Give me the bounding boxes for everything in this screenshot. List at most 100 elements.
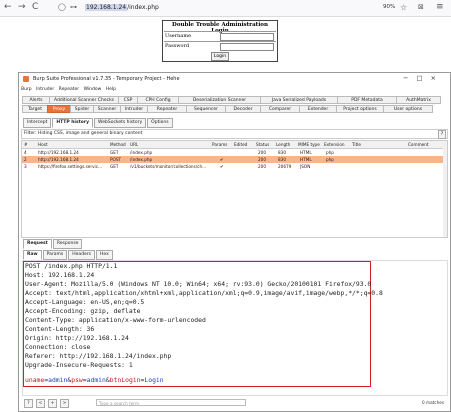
tab-decoder[interactable]: Decoder — [225, 105, 261, 113]
tab-java-serialized-payloads[interactable]: Java Serialized Payloads — [260, 96, 338, 104]
header-accept-language: Accept-Language: en-US,en;q=0.5 — [25, 298, 145, 306]
header-host: Host: 192.168.1.24 — [25, 271, 95, 279]
tab-hex[interactable]: Hex — [96, 250, 113, 260]
password-row: Password — [164, 41, 276, 51]
back-icon[interactable]: ← — [4, 2, 12, 13]
login-button[interactable]: Login — [211, 52, 229, 61]
tab-pdf-metadata[interactable]: PDF Metadata — [337, 96, 397, 104]
col-status[interactable]: Status — [256, 141, 269, 148]
tab-project-options[interactable]: Project options — [336, 105, 384, 113]
table-row[interactable]: 3 https://firefox.settings.servic... GET… — [22, 163, 447, 170]
window-controls: −□× — [403, 74, 444, 82]
zoom-level[interactable]: 90% — [383, 4, 395, 10]
tab-response[interactable]: Response — [52, 239, 83, 249]
col-comment[interactable]: Comment — [408, 141, 429, 148]
burp-logo-icon — [23, 76, 29, 82]
request-editor[interactable]: POST /index.php HTTP/1.1 Host: 192.168.1… — [22, 260, 448, 396]
col-method[interactable]: Method — [110, 141, 126, 148]
col-length[interactable]: Length — [276, 141, 290, 148]
col-number[interactable]: # — [24, 141, 28, 148]
header-user-agent: User-Agent: Mozilla/5.0 (Windows NT 10.0… — [25, 280, 372, 288]
tab-comparer[interactable]: Comparer — [260, 105, 300, 113]
tab-http-history[interactable]: HTTP history — [52, 118, 94, 128]
row-params: ✔ — [220, 164, 224, 169]
col-title[interactable]: Title — [352, 141, 361, 148]
row-url: /index.php — [130, 157, 153, 162]
previous-button[interactable]: < — [36, 399, 45, 408]
tab-params[interactable]: Params — [42, 250, 68, 260]
extensions-icon[interactable]: ⊠ — [418, 2, 424, 13]
table-row[interactable]: 4 http://192.168.1.24 GET /index.php 200… — [22, 149, 447, 156]
tab-repeater[interactable]: Repeater — [147, 105, 187, 113]
tab-options[interactable]: Options — [147, 118, 173, 128]
username-label: Username — [165, 33, 192, 39]
tab-proxy[interactable]: Proxy — [47, 105, 71, 113]
shield-icon[interactable]: ◯ — [58, 2, 66, 13]
menu-bar: Burp Intruder Repeater Window Help — [21, 87, 119, 92]
col-host[interactable]: Host — [38, 141, 48, 148]
param-value: admin — [86, 376, 106, 384]
menu-burp[interactable]: Burp — [21, 87, 32, 92]
filter-text: Filter: Hiding CSS, image and general bi… — [24, 131, 143, 136]
star-icon[interactable]: ☆ — [400, 2, 407, 13]
tab-extender[interactable]: Extender — [299, 105, 337, 113]
password-input[interactable] — [220, 43, 274, 51]
extension-tabs: Alerts Additional Scanner Checks CSP CPH… — [22, 96, 441, 104]
add-button[interactable]: + — [48, 399, 57, 408]
tab-websockets-history[interactable]: WebSockets history — [94, 118, 147, 128]
tab-headers[interactable]: Headers — [68, 250, 96, 260]
col-extension[interactable]: Extension — [324, 141, 345, 148]
tab-alerts[interactable]: Alerts — [22, 96, 50, 104]
tab-scanner[interactable]: Scanner — [93, 105, 121, 113]
tab-csp[interactable]: CSP — [118, 96, 138, 104]
menu-icon[interactable]: ≡ — [436, 2, 444, 13]
header-content-length: Content-Length: 36 — [25, 325, 95, 333]
tab-request[interactable]: Request — [23, 239, 52, 249]
url-bar[interactable]: 192.168.1.24/index.php — [85, 3, 159, 12]
table-row-selected[interactable]: 2 http://192.168.1.24 POST /index.php ✔ … — [22, 156, 447, 163]
tab-user-options[interactable]: User options — [383, 105, 433, 113]
menu-intruder[interactable]: Intruder — [36, 87, 54, 92]
close-icon[interactable]: × — [431, 74, 444, 82]
tab-target[interactable]: Target — [22, 105, 48, 113]
filter-bar[interactable]: Filter: Hiding CSS, image and general bi… — [21, 129, 448, 139]
lock-icon[interactable]: ⊶ — [70, 2, 77, 13]
menu-window[interactable]: Window — [84, 87, 102, 92]
tab-authmatrix[interactable]: AuthMatrix — [396, 96, 441, 104]
header-connection: Connection: close — [25, 343, 91, 351]
col-url[interactable]: URL — [130, 141, 138, 148]
menu-repeater[interactable]: Repeater — [59, 87, 79, 92]
tab-sequencer[interactable]: Sequencer — [186, 105, 226, 113]
row-extension: php — [326, 157, 334, 162]
row-method: GET — [110, 150, 119, 155]
col-edited[interactable]: Edited — [234, 141, 247, 148]
search-input[interactable]: Type a search term — [96, 399, 246, 406]
row-length: 830 — [278, 150, 286, 155]
maximize-icon[interactable]: □ — [416, 74, 430, 82]
help-button[interactable]: ? — [24, 399, 33, 408]
tab-cph-config[interactable]: CPH Config — [137, 96, 179, 104]
match-count: 0 matches — [422, 400, 444, 405]
row-mime: HTML — [300, 157, 312, 162]
tab-intruder[interactable]: Intruder — [120, 105, 148, 113]
table-header: # Host Method URL Params Edited Status L… — [22, 141, 447, 149]
forward-icon[interactable]: → — [18, 2, 26, 13]
help-button[interactable]: ? — [438, 130, 446, 139]
col-mime-type[interactable]: MIME type — [298, 141, 320, 148]
col-params[interactable]: Params — [212, 141, 227, 148]
next-button[interactable]: > — [60, 399, 69, 408]
reload-icon[interactable]: C — [32, 2, 38, 13]
tab-raw[interactable]: Raw — [23, 250, 42, 260]
tab-additional-scanner-checks[interactable]: Additional Scanner Checks — [49, 96, 119, 104]
tab-spider[interactable]: Spider — [70, 105, 94, 113]
menu-help[interactable]: Help — [106, 87, 116, 92]
tab-deserialization-scanner[interactable]: Deserialization Scanner — [178, 96, 261, 104]
row-host: http://192.168.1.24 — [38, 157, 79, 162]
row-method: POST — [110, 157, 122, 162]
vertical-scrollbar[interactable] — [443, 141, 447, 237]
minimize-icon[interactable]: − — [403, 74, 416, 82]
username-input[interactable] — [220, 33, 274, 41]
tab-intercept[interactable]: Intercept — [23, 118, 52, 128]
row-status: 200 — [258, 164, 266, 169]
row-mime: JSON — [300, 164, 311, 169]
